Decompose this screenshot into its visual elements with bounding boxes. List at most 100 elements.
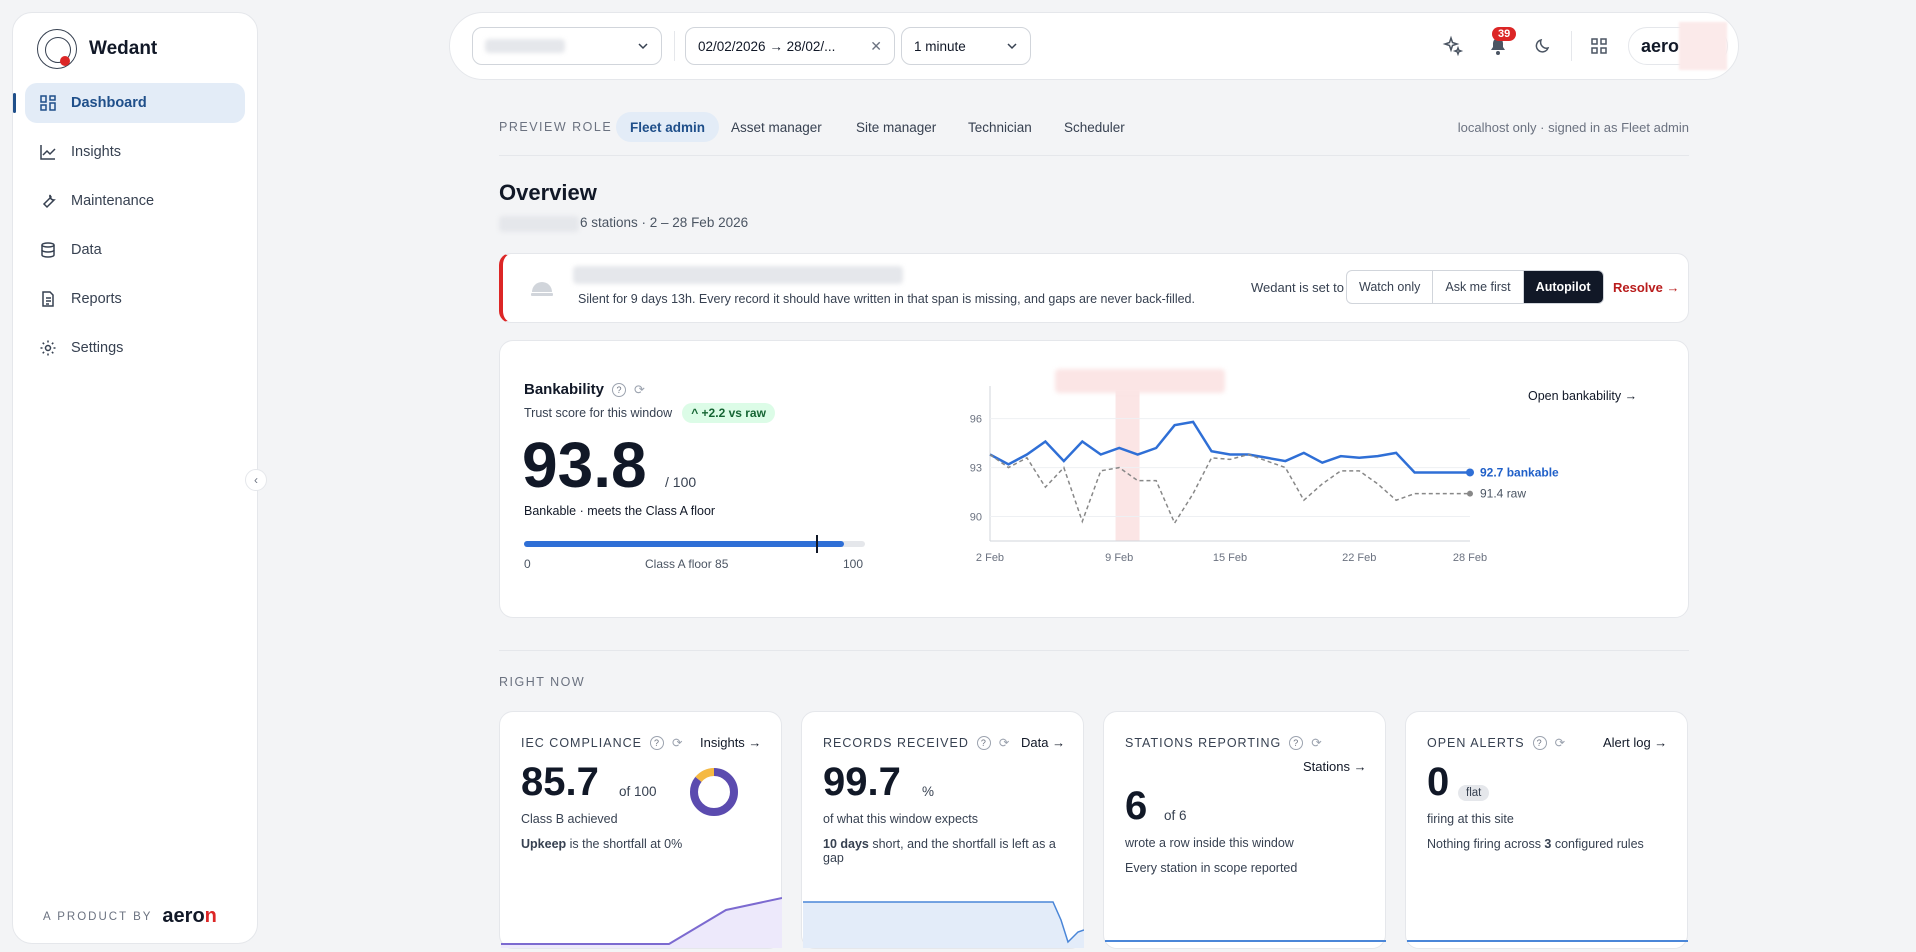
bankability-header: Bankability ? ⟳: [524, 381, 645, 398]
kpi-note: Upkeep is the shortfall at 0%: [521, 837, 682, 851]
score-value: 93.8: [522, 429, 647, 501]
sparkle-icon[interactable]: [1442, 35, 1464, 57]
mode-ask-me-first[interactable]: Ask me first: [1433, 271, 1524, 303]
station-icon: [531, 282, 553, 296]
kpi-unit: %: [922, 784, 935, 799]
refresh-icon[interactable]: ⟳: [1311, 735, 1322, 750]
x-tick-label: 2 Feb: [976, 552, 1004, 564]
resolve-link[interactable]: Resolve →: [1613, 280, 1679, 295]
sidebar-item-dashboard[interactable]: Dashboard: [13, 83, 245, 123]
kpi-sub: Class B achieved: [521, 812, 618, 826]
kpi-note-pre: Nothing firing across: [1427, 837, 1545, 851]
delta-value: +2.2 vs raw: [701, 406, 766, 420]
mode-watch-only[interactable]: Watch only: [1347, 271, 1434, 303]
sidebar-item-maintenance[interactable]: Maintenance: [25, 181, 245, 221]
y-tick-label: 96: [970, 414, 982, 426]
kpi-value: 0: [1427, 760, 1450, 804]
tab-asset-manager[interactable]: Asset manager: [717, 112, 836, 142]
gap-highlight-band: [1115, 386, 1140, 541]
kpi-title: STATIONS REPORTING: [1125, 735, 1282, 750]
kpi-sub: firing at this site: [1427, 812, 1514, 826]
refresh-icon[interactable]: ⟳: [1555, 735, 1566, 750]
role-note: localhost only · signed in as Fleet admi…: [1457, 120, 1689, 135]
chevron-down-icon: [1007, 43, 1017, 50]
redacted-chart-tooltip: [1055, 369, 1225, 393]
help-icon[interactable]: ?: [612, 382, 627, 397]
interval-select[interactable]: 1 minute: [901, 27, 1031, 65]
data-link[interactable]: Data →: [1021, 735, 1065, 750]
tab-scheduler[interactable]: Scheduler: [1050, 112, 1139, 142]
divider: [674, 31, 675, 61]
sidebar-item-data[interactable]: Data: [25, 230, 245, 270]
account-button[interactable]: aero: [1628, 22, 1728, 70]
insights-link[interactable]: Insights →: [700, 735, 761, 750]
bankability-chart: 96 93 90 2 Feb 9 Feb 15 Feb 22 Feb 28 Feb 92.7 b…: [970, 386, 1559, 564]
sparkline-area: [803, 902, 1084, 948]
alert-log-link[interactable]: Alert log →: [1603, 735, 1667, 750]
sidebar-nav: Dashboard Insights Maintenance Data Repo…: [13, 83, 245, 377]
kpi-note-bold: 10 days: [823, 837, 869, 851]
tab-technician[interactable]: Technician: [954, 112, 1046, 142]
sidebar-item-label: Reports: [71, 291, 122, 307]
site-select[interactable]: [472, 27, 662, 65]
x-tick-label: 22 Feb: [1342, 552, 1376, 564]
kpi-value: 85.7: [521, 760, 599, 804]
y-tick-label: 90: [970, 512, 982, 524]
date-range-picker[interactable]: 02/02/2026 → 28/02/... ✕: [685, 27, 895, 65]
collapse-sidebar-button[interactable]: ‹: [245, 469, 267, 491]
mode-label: Wedant is set to: [1251, 280, 1344, 295]
mode-autopilot[interactable]: Autopilot: [1523, 271, 1603, 303]
apps-grid-icon[interactable]: [1588, 35, 1610, 57]
help-icon[interactable]: ?: [1532, 735, 1547, 750]
sidebar-item-insights[interactable]: Insights: [25, 132, 245, 172]
kpi-value: 99.7: [823, 760, 901, 804]
database-icon: [41, 242, 55, 258]
moon-icon[interactable]: [1532, 35, 1554, 57]
wrench-icon: [42, 194, 56, 209]
divider: [499, 650, 1689, 651]
kpi-title: OPEN ALERTS: [1427, 735, 1525, 750]
kpi-header: IEC COMPLIANCE? ⟳: [521, 735, 683, 750]
page-subtitle: 6 stations · 2 – 28 Feb 2026: [580, 215, 749, 230]
kpi-sub: wrote a row inside this window: [1125, 836, 1294, 850]
sidebar-item-settings[interactable]: Settings: [25, 328, 245, 368]
redacted-station-name: [573, 266, 903, 284]
stations-link[interactable]: Stations →: [1303, 759, 1367, 774]
help-icon[interactable]: ?: [1289, 735, 1304, 750]
aeron-logo: aeron: [162, 905, 216, 928]
series-end-point-bankable: [1466, 468, 1474, 477]
sparkline-line: [1105, 940, 1386, 942]
series-end-label-raw: 91.4 raw: [1480, 487, 1526, 501]
active-marker: [13, 93, 16, 113]
chevron-down-icon: [638, 43, 648, 50]
clear-icon[interactable]: ✕: [870, 38, 882, 55]
x-tick-label: 28 Feb: [1453, 552, 1487, 564]
sidebar-item-label: Data: [71, 242, 102, 258]
kpi-value: 6: [1125, 784, 1148, 828]
refresh-icon[interactable]: ⟳: [999, 735, 1010, 750]
kpi-note: Nothing firing across 3 configured rules: [1427, 837, 1644, 851]
bankability-sub: Trust score for this window ^ +2.2 vs ra…: [524, 403, 775, 423]
trend-badge: flat: [1458, 785, 1490, 801]
card-title: Bankability: [524, 381, 605, 398]
kpi-unit: of 100: [619, 784, 657, 799]
bankability-card: Bankability ? ⟳ Trust score for this win…: [499, 340, 1689, 618]
notification-badge: 39: [1492, 27, 1517, 41]
sparkline-line: [1407, 940, 1688, 942]
tab-fleet-admin[interactable]: Fleet admin: [616, 112, 720, 142]
site-select-value: [485, 39, 565, 53]
divider: [1571, 31, 1572, 61]
help-icon[interactable]: ?: [976, 735, 991, 750]
help-icon[interactable]: ?: [649, 735, 664, 750]
kpi-note-bold: Upkeep: [521, 837, 567, 851]
sidebar-item-reports[interactable]: Reports: [25, 279, 245, 319]
refresh-icon[interactable]: ⟳: [634, 382, 645, 398]
preview-role-bar: PREVIEW ROLE Fleet admin Asset manager S…: [499, 112, 1689, 156]
refresh-icon[interactable]: ⟳: [672, 735, 683, 750]
footer-prefix: A PRODUCT BY: [43, 910, 153, 923]
tab-site-manager[interactable]: Site manager: [842, 112, 950, 142]
score-progress-track: [524, 535, 865, 553]
alert-text: Silent for 9 days 13h. Every record it s…: [578, 292, 1195, 306]
open-bankability-link[interactable]: Open bankability →: [1528, 389, 1637, 403]
brand[interactable]: Wedant: [37, 29, 157, 69]
